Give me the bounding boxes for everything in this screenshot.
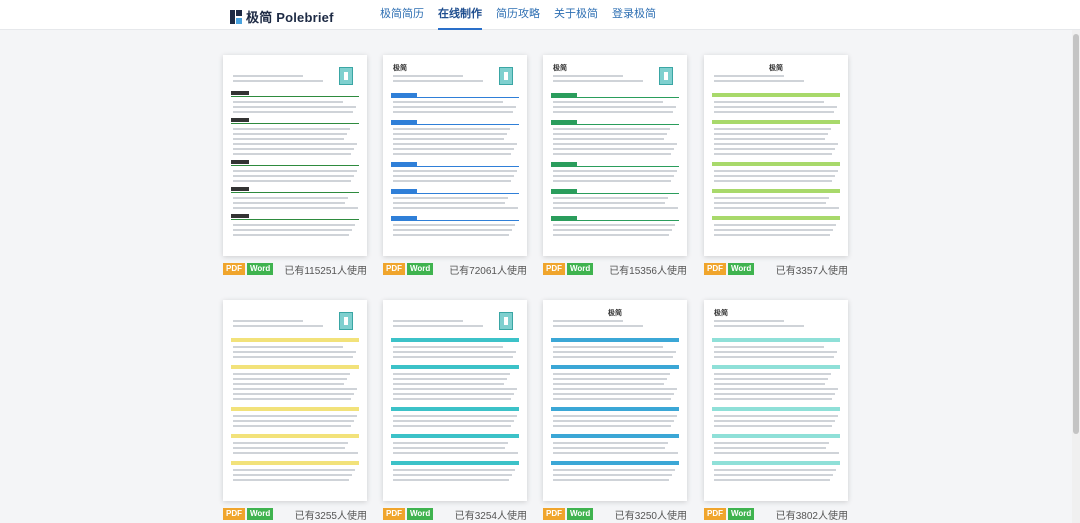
- template-meta: PDF Word 已有15356人使用: [543, 262, 687, 277]
- main-nav: 极简简历 在线制作 简历攻略 关于极简 登录极简: [380, 0, 670, 30]
- nav-item-login[interactable]: 登录极简: [612, 0, 656, 30]
- template-meta: PDF Word 已有3357人使用: [704, 262, 848, 277]
- template-card[interactable]: 极简 PDF Word 已有72061人使用: [383, 55, 527, 277]
- template-card[interactable]: 极简 PDF Word 已有3357人使用: [704, 55, 848, 277]
- page-scrollbar[interactable]: [1072, 30, 1080, 523]
- pdf-badge[interactable]: PDF: [704, 508, 726, 520]
- scrollbar-thumb[interactable]: [1073, 34, 1079, 434]
- resume-thumbnail[interactable]: 极简: [543, 55, 687, 256]
- pdf-badge[interactable]: PDF: [543, 263, 565, 275]
- word-badge[interactable]: Word: [567, 508, 594, 520]
- word-badge[interactable]: Word: [567, 263, 594, 275]
- usage-count: 已有15356人使用: [609, 265, 687, 277]
- resume-name: 极简: [393, 65, 407, 72]
- template-card[interactable]: 极简 PDF Word 已有3802人使用: [704, 300, 848, 522]
- resume-photo: [659, 67, 673, 85]
- top-navigation-bar: 极简 Polebrief 极简简历 在线制作 简历攻略 关于极简 登录极简: [0, 0, 1080, 30]
- usage-count: 已有3802人使用: [775, 510, 848, 522]
- word-badge[interactable]: Word: [407, 263, 434, 275]
- word-badge[interactable]: Word: [728, 508, 755, 520]
- template-card[interactable]: PDF Word 已有115251人使用: [223, 55, 367, 277]
- template-card[interactable]: 极简 PDF Word 已有15356人使用: [543, 55, 687, 277]
- logo-icon: [230, 9, 242, 24]
- usage-count: 已有3357人使用: [775, 265, 848, 277]
- pdf-badge[interactable]: PDF: [543, 508, 565, 520]
- word-badge[interactable]: Word: [247, 508, 274, 520]
- nav-item-about[interactable]: 关于极简: [554, 0, 598, 30]
- resume-thumbnail[interactable]: [383, 300, 527, 501]
- logo-text: 极简 Polebrief: [246, 10, 334, 25]
- template-meta: PDF Word 已有72061人使用: [383, 262, 527, 277]
- usage-count: 已有3255人使用: [294, 510, 367, 522]
- resume-thumbnail[interactable]: 极简: [543, 300, 687, 501]
- template-meta: PDF Word 已有115251人使用: [223, 262, 367, 277]
- nav-item-online-create[interactable]: 在线制作: [438, 0, 482, 30]
- resume-photo: [499, 312, 513, 330]
- pdf-badge[interactable]: PDF: [704, 263, 726, 275]
- resume-thumbnail[interactable]: 极简: [704, 55, 848, 256]
- template-meta: PDF Word 已有3802人使用: [704, 507, 848, 522]
- word-badge[interactable]: Word: [728, 263, 755, 275]
- site-logo[interactable]: 极简 Polebrief: [230, 7, 334, 26]
- resume-name: 极简: [714, 310, 728, 317]
- pdf-badge[interactable]: PDF: [223, 263, 245, 275]
- word-badge[interactable]: Word: [247, 263, 274, 275]
- pdf-badge[interactable]: PDF: [383, 263, 405, 275]
- nav-item-resume-guide[interactable]: 简历攻略: [496, 0, 540, 30]
- resume-name: 极简: [553, 65, 567, 72]
- word-badge[interactable]: Word: [407, 508, 434, 520]
- nav-item-minimal-resume[interactable]: 极简简历: [380, 0, 424, 30]
- template-meta: PDF Word 已有3255人使用: [223, 507, 367, 522]
- usage-count: 已有115251人使用: [284, 265, 367, 277]
- resume-thumbnail[interactable]: [223, 300, 367, 501]
- template-card[interactable]: 极简 PDF Word 已有3250人使用: [543, 300, 687, 522]
- template-meta: PDF Word 已有3250人使用: [543, 507, 687, 522]
- resume-photo: [339, 312, 353, 330]
- usage-count: 已有3250人使用: [614, 510, 687, 522]
- template-meta: PDF Word 已有3254人使用: [383, 507, 527, 522]
- template-card[interactable]: PDF Word 已有3254人使用: [383, 300, 527, 522]
- resume-name: 极简: [769, 65, 783, 72]
- resume-photo: [339, 67, 353, 85]
- template-card[interactable]: PDF Word 已有3255人使用: [223, 300, 367, 522]
- pdf-badge[interactable]: PDF: [383, 508, 405, 520]
- usage-count: 已有72061人使用: [449, 265, 527, 277]
- resume-thumbnail[interactable]: [223, 55, 367, 256]
- resume-thumbnail[interactable]: 极简: [383, 55, 527, 256]
- pdf-badge[interactable]: PDF: [223, 508, 245, 520]
- resume-photo: [499, 67, 513, 85]
- usage-count: 已有3254人使用: [454, 510, 527, 522]
- resume-name: 极简: [608, 310, 622, 317]
- resume-thumbnail[interactable]: 极简: [704, 300, 848, 501]
